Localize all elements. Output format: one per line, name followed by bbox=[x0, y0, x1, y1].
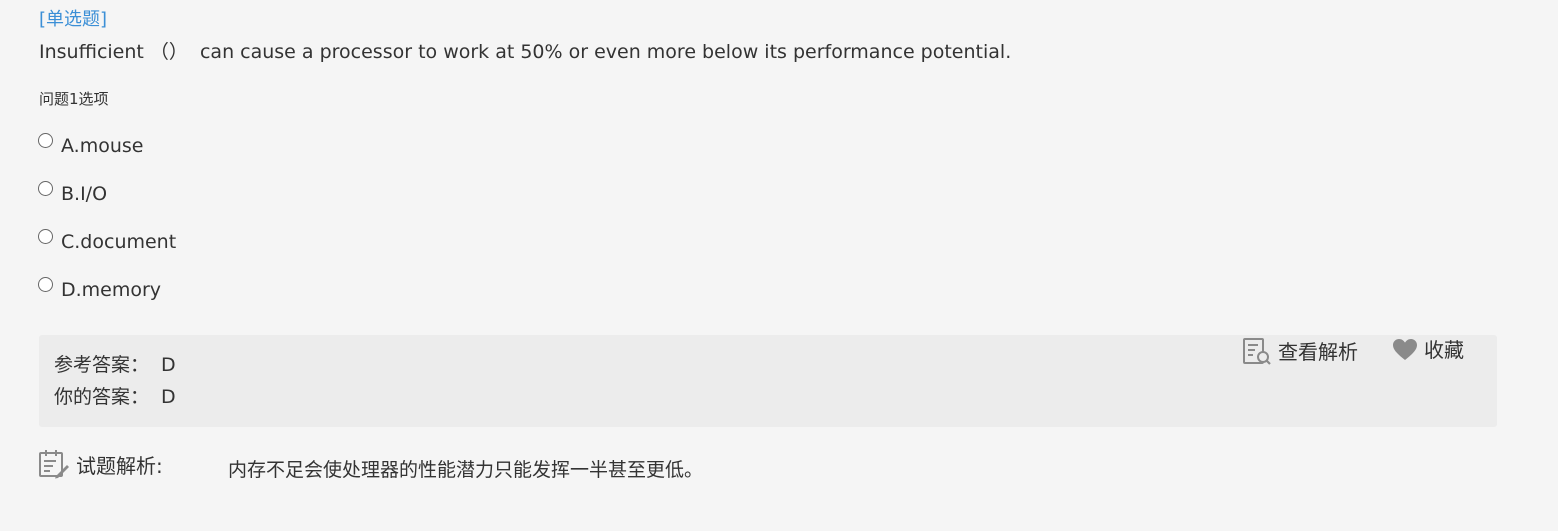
option-c[interactable]: C.document bbox=[38, 228, 176, 253]
answer-panel: 参考答案： D 你的答案： D 查看解析 收藏 bbox=[39, 335, 1497, 427]
option-a-label: A.mouse bbox=[61, 135, 144, 157]
analysis-text: 内存不足会使处理器的性能潜力只能发挥一半甚至更低。 bbox=[228, 459, 704, 481]
analysis-title: 试题解析: bbox=[76, 454, 163, 478]
question-type-label: [单选题] bbox=[39, 9, 108, 30]
your-answer: 你的答案： D bbox=[54, 384, 176, 410]
heart-icon bbox=[1392, 338, 1424, 362]
option-b-label: B.I/O bbox=[61, 183, 108, 205]
option-b[interactable]: B.I/O bbox=[38, 180, 107, 205]
favorite-button[interactable]: 收藏 bbox=[1392, 337, 1464, 363]
reference-answer: 参考答案： D bbox=[54, 352, 176, 378]
radio-button-c[interactable] bbox=[38, 229, 53, 244]
option-d[interactable]: D.memory bbox=[38, 276, 161, 301]
reference-answer-value: D bbox=[161, 354, 176, 376]
question-text: Insufficient （） can cause a processor to… bbox=[39, 41, 1012, 63]
your-answer-value: D bbox=[161, 386, 176, 408]
view-analysis-button[interactable]: 查看解析 bbox=[1242, 337, 1358, 367]
radio-button-b[interactable] bbox=[38, 181, 53, 196]
edit-document-icon bbox=[38, 449, 70, 483]
reference-answer-label: 参考答案： bbox=[54, 354, 150, 376]
radio-button-a[interactable] bbox=[38, 133, 53, 148]
question-page: [单选题] Insufficient （） can cause a proces… bbox=[0, 0, 1558, 531]
option-a[interactable]: A.mouse bbox=[38, 132, 143, 157]
your-answer-label: 你的答案： bbox=[54, 386, 150, 408]
option-c-label: C.document bbox=[61, 231, 177, 253]
magnifier-document-icon bbox=[1242, 337, 1278, 367]
radio-button-d[interactable] bbox=[38, 277, 53, 292]
favorite-label: 收藏 bbox=[1424, 338, 1464, 362]
options-label: 问题1选项 bbox=[39, 90, 109, 108]
view-analysis-label: 查看解析 bbox=[1278, 340, 1358, 364]
option-d-label: D.memory bbox=[61, 279, 162, 301]
analysis-header: 试题解析: bbox=[38, 449, 163, 483]
